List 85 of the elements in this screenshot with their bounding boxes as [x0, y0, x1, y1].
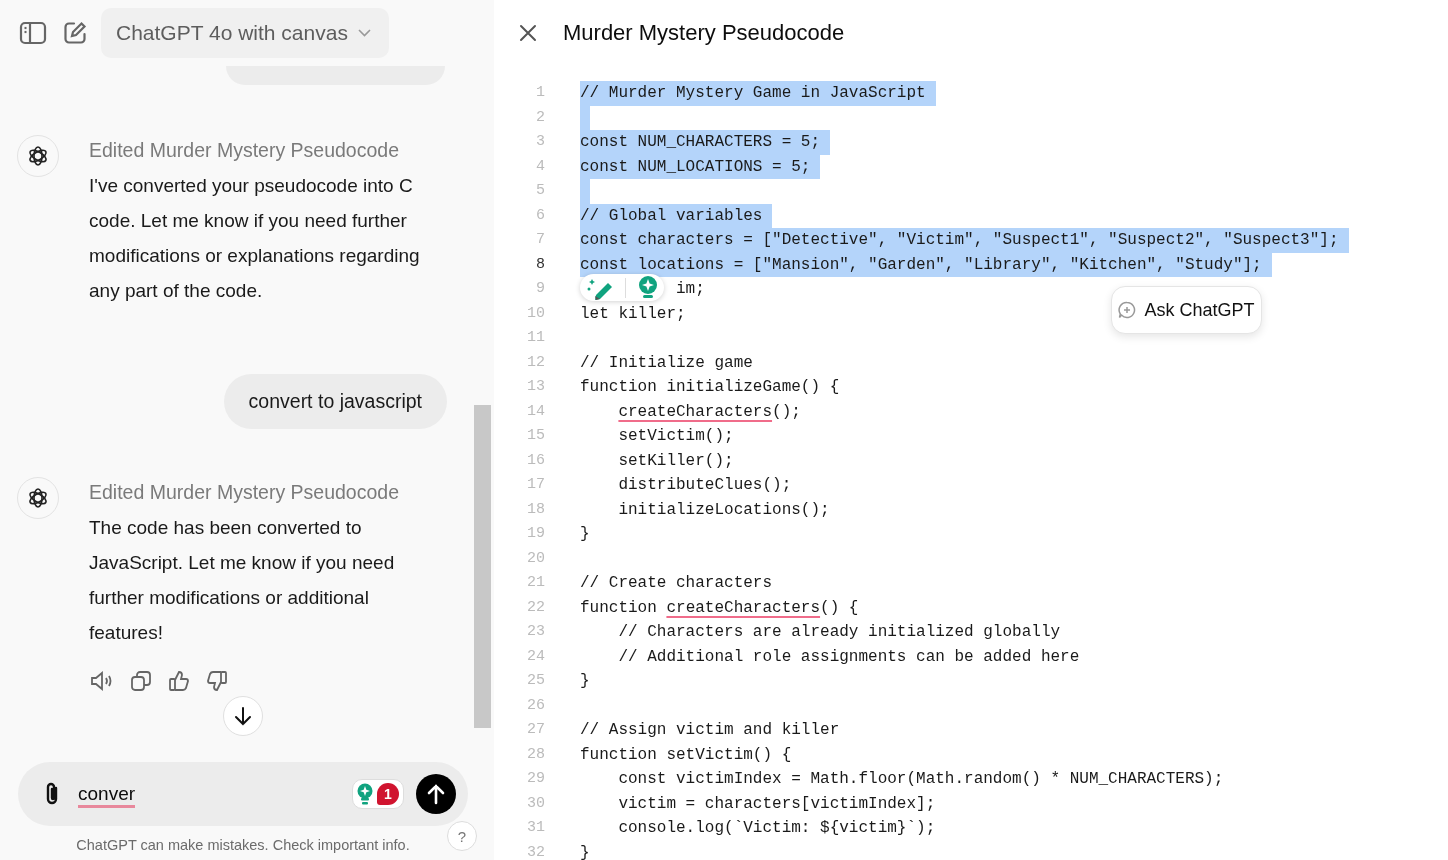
line-number: 16 [526, 450, 545, 471]
arrow-up-icon [427, 783, 445, 805]
close-button[interactable] [519, 24, 537, 42]
line-number: 11 [526, 328, 545, 348]
new-chat-icon[interactable] [63, 21, 87, 45]
code-line: function createCharacters() { [580, 597, 860, 619]
assistant-message: The code has been converted to JavaScript. Let me know if you need further modifications or additional features! [89, 516, 396, 645]
model-selector[interactable]: ChatGPT 4o with canvas [101, 8, 389, 58]
copy-icon[interactable] [130, 670, 152, 692]
line-number: 9 [535, 279, 545, 299]
speaker-icon[interactable] [90, 670, 114, 692]
line-number: 10 [526, 303, 545, 324]
code-line: // Additional role assignments can be added here [617, 646, 1081, 668]
line-number: 14 [526, 401, 545, 422]
chat-plus-icon [1118, 301, 1137, 319]
line-number: 31 [526, 818, 545, 838]
sidebar-icon[interactable] [19, 21, 47, 45]
line-number: 3 [535, 132, 545, 152]
code-line: let killer; [580, 303, 687, 325]
arrow-down-icon [234, 706, 252, 726]
ask-chatgpt-button[interactable]: Ask ChatGPT [1111, 286, 1262, 334]
line-number: 23 [526, 622, 545, 642]
code-line: // Characters are already initialized globally [617, 622, 1062, 643]
line-number: 15 [526, 426, 545, 446]
code-line: } [580, 842, 591, 860]
help-button[interactable]: ? [447, 821, 477, 851]
line-number: 7 [535, 230, 545, 250]
line-number: 12 [526, 352, 545, 373]
code-line: victim = characters[victimIndex]; [617, 793, 937, 815]
line-number: 24 [526, 646, 545, 667]
code-line: } [580, 671, 591, 692]
code-line: function initializeGame() { [580, 377, 841, 398]
line-number: 20 [526, 548, 545, 569]
line-number: 1 [535, 83, 545, 103]
line-number: 19 [526, 524, 545, 544]
user-message: convert to javascript [223, 374, 447, 429]
line-number: 13 [526, 377, 545, 397]
chevron-icon [357, 29, 371, 37]
disclaimer-text: ChatGPT can make mistakes. Check important info. [75, 837, 411, 853]
line-number: 22 [526, 597, 545, 618]
line-number: 28 [526, 744, 545, 765]
close-icon [519, 24, 537, 42]
code-line: distributeClues(); [617, 475, 793, 496]
edit-notice[interactable]: Edited Murder Mystery Pseudocode [89, 138, 434, 162]
message-input[interactable]: conver [78, 783, 352, 805]
logo-icon [26, 144, 50, 168]
line-number: 27 [526, 720, 545, 740]
code-line: im; [676, 279, 706, 300]
line-number: 21 [526, 573, 545, 593]
code-line: // Assign victim and killer [580, 720, 841, 741]
line-number: 18 [526, 499, 545, 520]
line-number: 29 [526, 769, 545, 789]
scroll-down-button[interactable] [223, 696, 263, 736]
line-number: 26 [526, 695, 545, 716]
thumbs-down-icon[interactable] [206, 670, 228, 692]
notification-count: 1 [377, 783, 399, 805]
line-number: 17 [526, 475, 545, 495]
thumbs-up-icon[interactable] [168, 670, 190, 692]
code-line: createCharacters(); [617, 401, 802, 423]
line-number: 32 [526, 842, 545, 860]
line-number: 8 [535, 254, 545, 275]
code-line: setKiller(); [617, 450, 735, 472]
lightbulb-icon [357, 783, 373, 805]
line-number: 2 [535, 107, 545, 128]
extension-widget[interactable]: 1 [352, 779, 404, 809]
code-line: } [580, 524, 591, 545]
line-number: 25 [526, 671, 545, 691]
line-number: 4 [535, 156, 545, 177]
code-line: console.log(`Victim: ${victim}`); [617, 818, 937, 839]
edit-notice[interactable]: Edited Murder Mystery Pseudocode [89, 480, 434, 504]
canvas-title: Murder Mystery Pseudocode [563, 20, 845, 46]
message-composer[interactable]: conver 1 [18, 762, 468, 826]
code-line: const victimIndex = Math.floor(Math.random() * NUM_CHARACTERS); [617, 769, 1225, 790]
logo-icon [26, 486, 50, 510]
send-button[interactable] [416, 774, 456, 814]
lightbulb-icon[interactable] [638, 275, 659, 300]
code-line: setVictim(); [617, 426, 735, 447]
code-line: // Create characters [580, 573, 774, 594]
line-number: 5 [535, 181, 545, 201]
code-line: function setVictim() { [580, 744, 793, 766]
line-number: 30 [526, 793, 545, 814]
line-number: 6 [535, 205, 545, 226]
assistant-message: I've converted your pseudocode into C code. Let me know if you need further modifications or explanations regarding any part of the code. [89, 174, 421, 303]
code-line: // Initialize game [580, 352, 754, 374]
code-line: initializeLocations(); [617, 499, 831, 521]
